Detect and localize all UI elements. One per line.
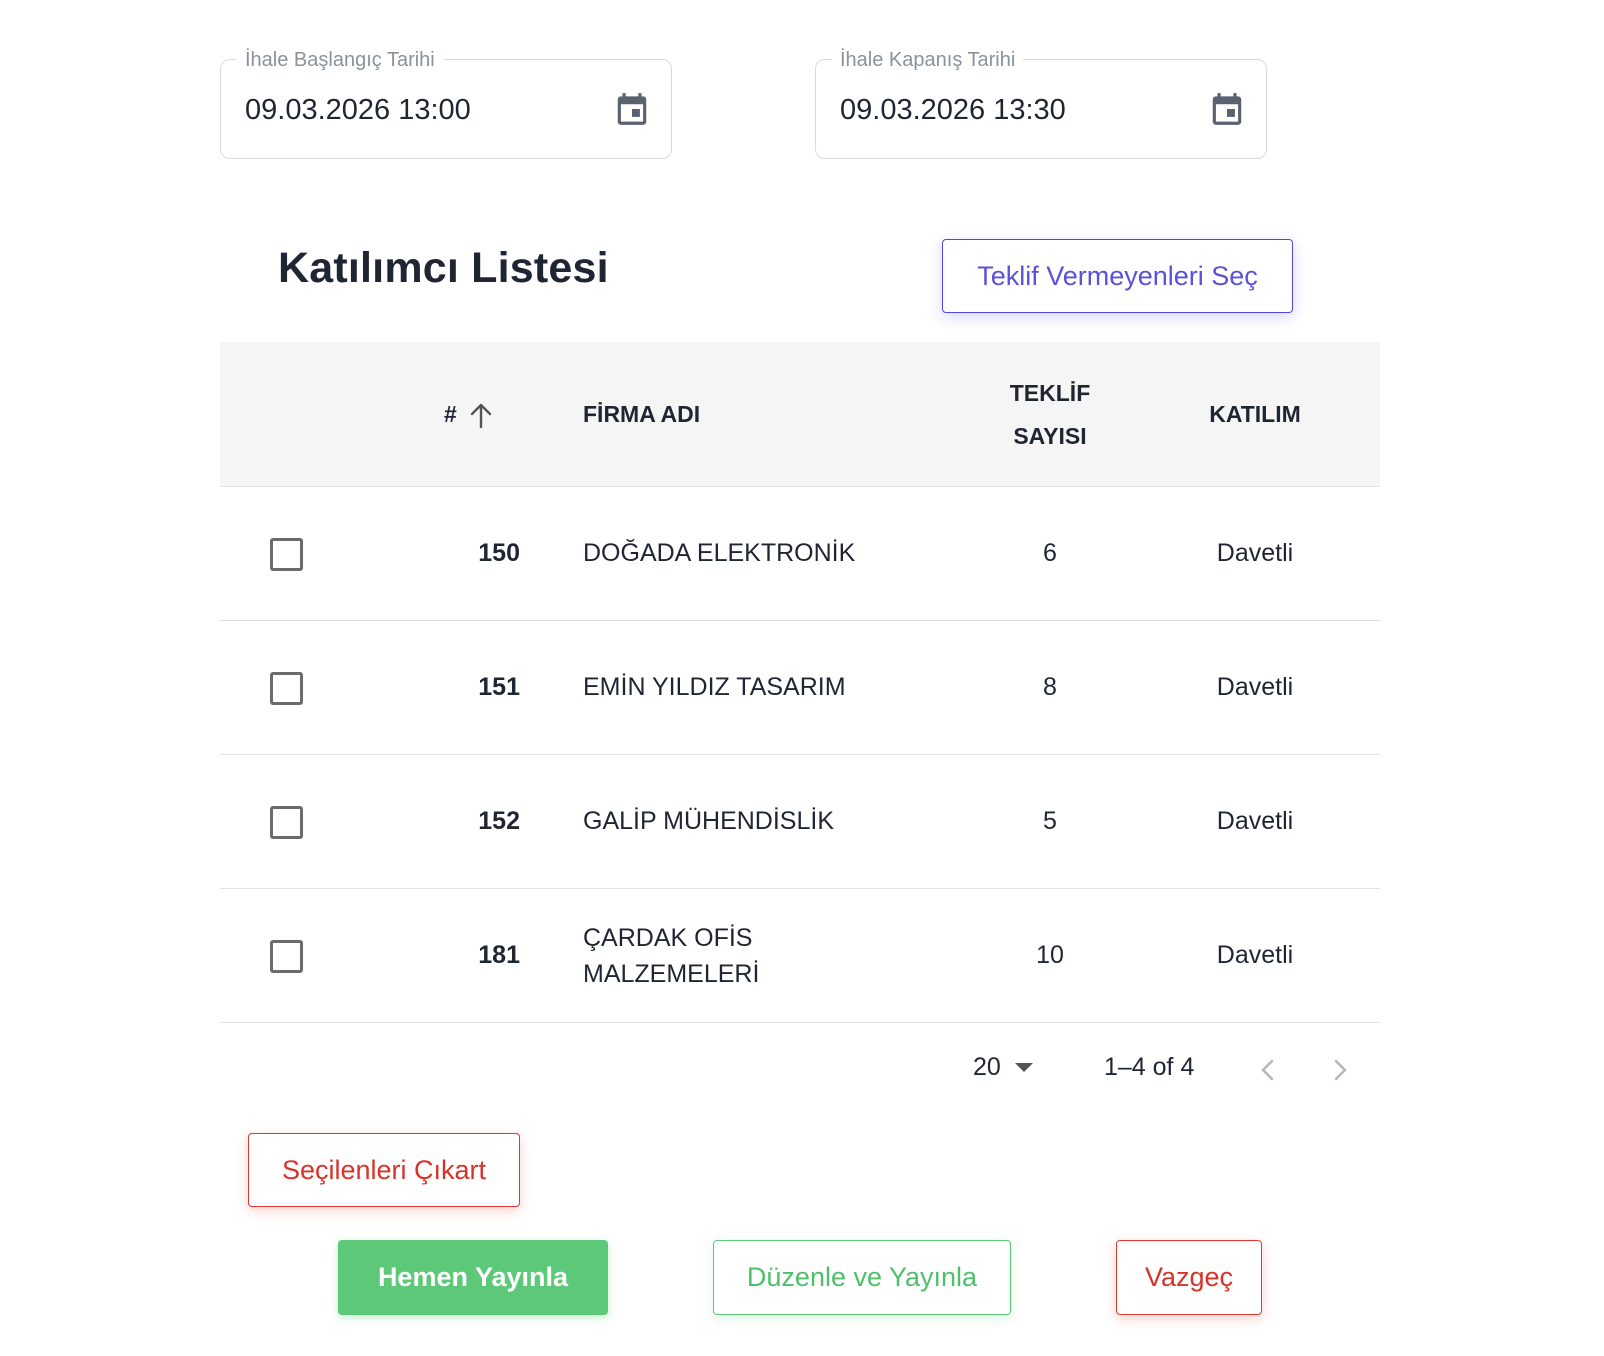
column-header-teklif[interactable]: TEKLİF SAYISI — [980, 372, 1120, 458]
table-pagination: 20 1–4 of 4 — [0, 1050, 1604, 1090]
participant-list-title: Katılımcı Listesi — [278, 244, 609, 292]
row-firma: EMİN YILDIZ TASARIM — [583, 673, 846, 701]
chevron-left-icon[interactable] — [1253, 1054, 1283, 1086]
column-header-number[interactable]: # — [444, 393, 493, 436]
row-checkbox[interactable] — [270, 806, 303, 839]
row-firma-line1: ÇARDAK OFİS — [583, 924, 753, 952]
column-teklif-line1: TEKLİF — [1009, 380, 1091, 406]
start-date-label: İhale Başlangıç Tarihi — [237, 46, 443, 74]
calendar-icon[interactable] — [1208, 89, 1246, 129]
rows-per-page-value: 20 — [973, 1053, 1001, 1081]
calendar-icon[interactable] — [613, 89, 651, 129]
row-katilim: Davetli — [1216, 807, 1294, 835]
end-date-field[interactable]: İhale Kapanış Tarihi 09.03.2026 13:30 — [815, 46, 1267, 159]
row-katilim: Davetli — [1216, 539, 1294, 567]
end-date-label: İhale Kapanış Tarihi — [832, 46, 1024, 74]
edit-and-publish-button[interactable]: Düzenle ve Yayınla — [713, 1240, 1011, 1315]
row-teklif: 10 — [1036, 941, 1064, 969]
end-date-value[interactable]: 09.03.2026 13:30 — [840, 91, 1066, 129]
select-non-bidders-button[interactable]: Teklif Vermeyenleri Seç — [942, 239, 1293, 313]
row-firma: GALİP MÜHENDİSLİK — [583, 807, 835, 835]
table-row: 152 GALİP MÜHENDİSLİK 5 Davetli — [220, 755, 1380, 889]
participants-table: # FİRMA ADI TEKLİF SAYISI KATILIM 150 DO… — [220, 342, 1380, 1023]
row-checkbox[interactable] — [270, 672, 303, 705]
arrow-up-icon[interactable] — [469, 401, 493, 429]
rows-per-page-select[interactable]: 20 — [973, 1053, 1033, 1082]
publish-now-button[interactable]: Hemen Yayınla — [338, 1240, 608, 1315]
chevron-right-icon[interactable] — [1325, 1054, 1355, 1086]
row-teklif: 6 — [1043, 539, 1057, 567]
row-number: 152 — [478, 807, 520, 835]
row-teklif: 8 — [1043, 673, 1057, 701]
row-number: 150 — [478, 539, 520, 567]
column-header-katilim[interactable]: KATILIM — [1180, 393, 1330, 436]
row-firma: ÇARDAK OFİS MALZEMELERİ — [583, 920, 883, 992]
row-checkbox[interactable] — [270, 940, 303, 973]
table-row: 181 ÇARDAK OFİS MALZEMELERİ 10 Davetli — [220, 889, 1380, 1023]
row-katilim: Davetli — [1216, 941, 1294, 969]
row-number: 151 — [478, 673, 520, 701]
row-checkbox[interactable] — [270, 538, 303, 571]
start-date-value[interactable]: 09.03.2026 13:00 — [245, 91, 471, 129]
remove-selected-button[interactable]: Seçilenleri Çıkart — [248, 1133, 520, 1207]
pagination-range: 1–4 of 4 — [1104, 1053, 1195, 1081]
cancel-button[interactable]: Vazgeç — [1116, 1240, 1262, 1315]
column-teklif-line2: SAYISI — [1013, 423, 1087, 449]
column-number-label: # — [444, 401, 457, 427]
start-date-field[interactable]: İhale Başlangıç Tarihi 09.03.2026 13:00 — [220, 46, 672, 159]
table-row: 151 EMİN YILDIZ TASARIM 8 Davetli — [220, 621, 1380, 755]
caret-down-icon — [1014, 1063, 1033, 1072]
table-header: # FİRMA ADI TEKLİF SAYISI KATILIM — [220, 342, 1380, 487]
row-teklif: 5 — [1043, 807, 1057, 835]
table-row: 150 DOĞADA ELEKTRONİK 6 Davetli — [220, 487, 1380, 621]
row-firma-line2: MALZEMELERİ — [583, 960, 760, 988]
column-header-firma[interactable]: FİRMA ADI — [583, 393, 700, 436]
row-number: 181 — [478, 941, 520, 969]
row-firma: DOĞADA ELEKTRONİK — [583, 539, 856, 567]
row-katilim: Davetli — [1216, 673, 1294, 701]
